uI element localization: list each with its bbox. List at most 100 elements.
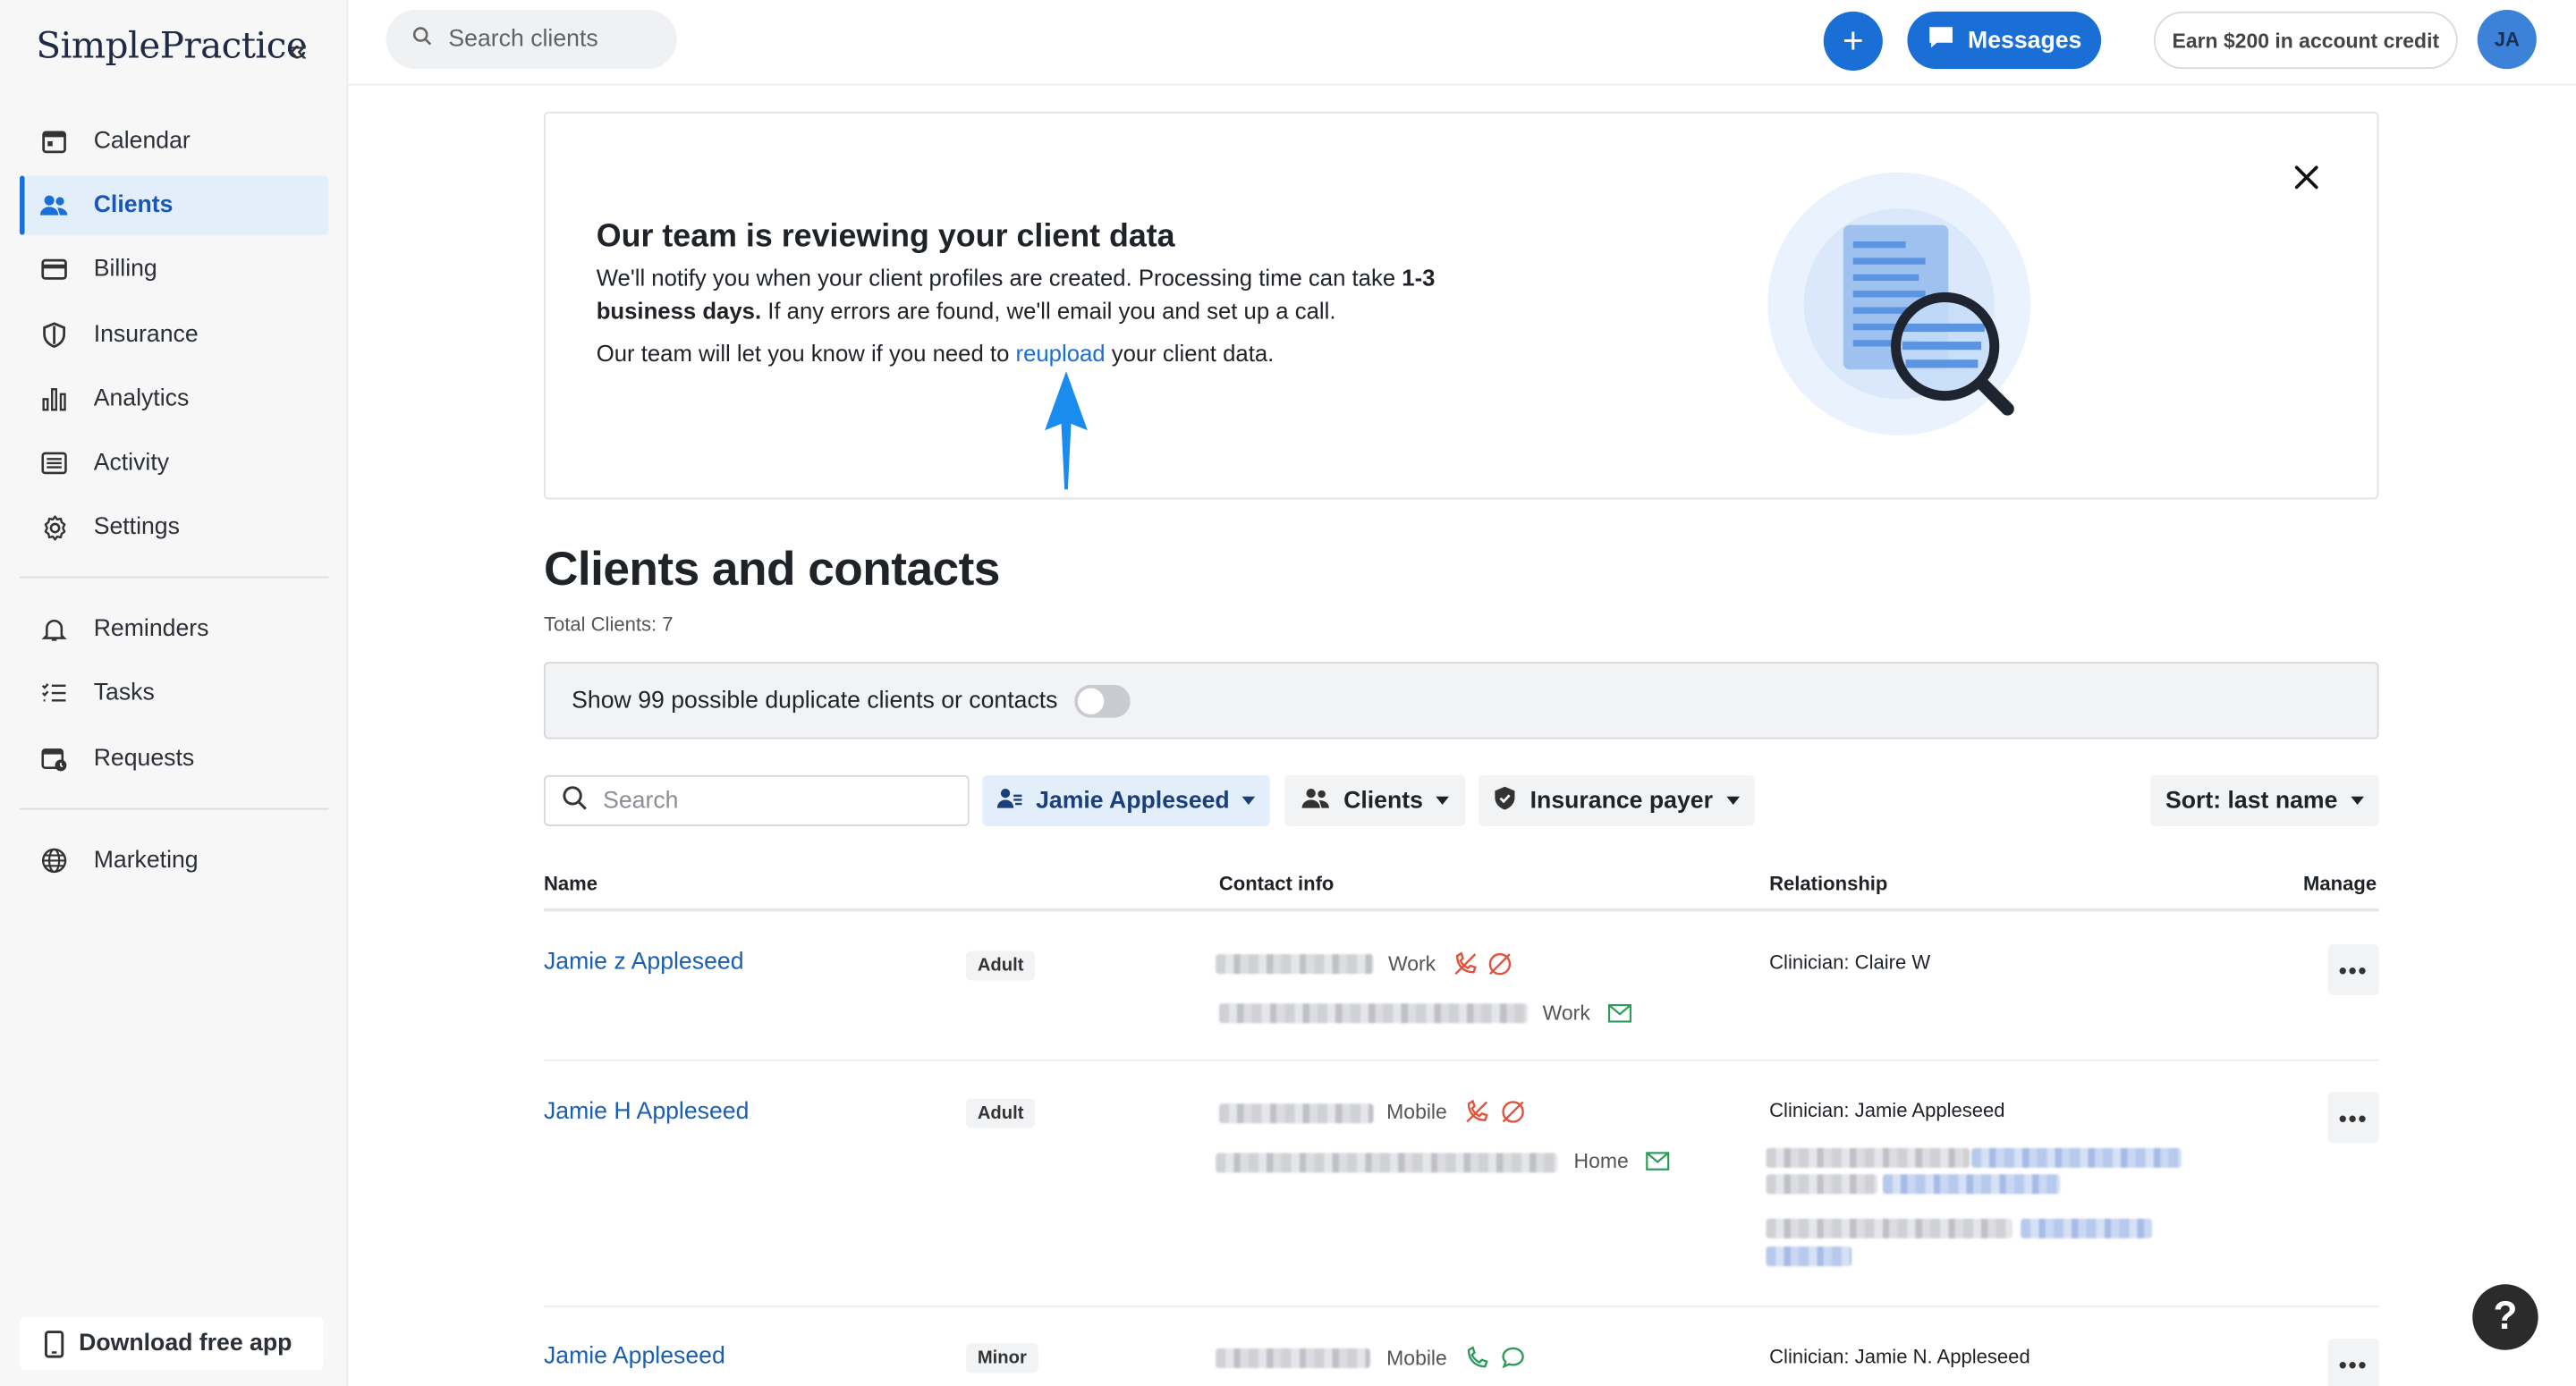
sidebar-item-calendar[interactable]: Calendar: [20, 112, 328, 171]
redacted-email: [1218, 1003, 1529, 1024]
globe-icon: [39, 845, 69, 875]
table-header-divider: [543, 908, 2379, 912]
reupload-link[interactable]: reupload: [1016, 340, 1106, 366]
redacted-relationship-link: [1971, 1147, 2182, 1168]
banner-title: Our team is reviewing your client data: [596, 218, 1175, 255]
banner-text-b: If any errors are found, we'll email you…: [761, 296, 1336, 323]
message-icon: [1927, 25, 1954, 56]
phone-type: Mobile: [1386, 1347, 1447, 1370]
column-header-name[interactable]: Name: [544, 872, 597, 895]
close-icon[interactable]: [2289, 159, 2325, 195]
clinician-filter[interactable]: Jamie Appleseed: [982, 774, 1270, 826]
sidebar-item-label: Tasks: [93, 680, 155, 707]
phone-icon: [39, 1329, 69, 1358]
help-button[interactable]: ?: [2472, 1284, 2538, 1350]
duplicates-label: Show 99 possible duplicate clients or co…: [572, 687, 1058, 714]
collapse-sidebar-icon[interactable]: «: [289, 33, 307, 71]
phone-icon[interactable]: [1463, 1345, 1489, 1371]
list-icon: [39, 448, 69, 477]
download-app-label: Download free app: [79, 1330, 292, 1357]
phone-type: Mobile: [1386, 1100, 1447, 1124]
messages-label: Messages: [1968, 27, 2082, 54]
sidebar-item-label: Insurance: [93, 321, 199, 348]
search-icon: [412, 26, 432, 52]
sidebar-item-marketing[interactable]: Marketing: [20, 830, 328, 889]
client-search-input[interactable]: Search: [543, 774, 970, 826]
no-text-icon: [1488, 952, 1512, 976]
duplicates-toggle[interactable]: [1073, 683, 1131, 717]
column-header-manage: Manage: [2303, 872, 2377, 896]
sidebar-item-activity[interactable]: Activity: [20, 434, 328, 493]
mail-icon[interactable]: [1606, 1001, 1632, 1027]
redacted-email: [1216, 1153, 1558, 1173]
sidebar-item-label: Reminders: [93, 615, 209, 643]
clients-filter-label: Clients: [1343, 787, 1423, 815]
client-search-placeholder: Search: [603, 787, 679, 815]
redacted-relationship-link: [1766, 1247, 1852, 1267]
chevron-down-icon: [1242, 796, 1257, 805]
sidebar-item-label: Activity: [93, 450, 170, 477]
redacted-relationship: [1766, 1218, 2012, 1238]
download-app-button[interactable]: Download free app: [20, 1317, 324, 1370]
sidebar-item-analytics[interactable]: Analytics: [20, 369, 328, 428]
sidebar-item-reminders[interactable]: Reminders: [20, 600, 328, 659]
credit-card-icon: [39, 255, 69, 284]
duplicates-bar: Show 99 possible duplicate clients or co…: [543, 662, 2379, 739]
banner-text: We'll notify you when your client profil…: [597, 263, 1484, 327]
clients-filter[interactable]: Clients: [1284, 774, 1466, 826]
checklist-icon: [39, 679, 69, 708]
manage-menu-button[interactable]: •••: [2327, 1338, 2379, 1386]
sidebar-item-label: Settings: [93, 514, 180, 541]
arrow-annotation-icon: [1045, 371, 1088, 490]
relationship-text: Clinician: Jamie Appleseed: [1769, 1098, 2005, 1122]
clinician-icon: [996, 786, 1022, 816]
search-clients-input[interactable]: Search clients: [386, 10, 677, 70]
sidebar-item-tasks[interactable]: Tasks: [20, 664, 328, 723]
insurance-payer-filter[interactable]: Insurance payer: [1479, 774, 1755, 826]
client-name-link[interactable]: Jamie H Appleseed: [544, 1099, 749, 1125]
add-button[interactable]: +: [1823, 11, 1883, 71]
mail-icon[interactable]: [1645, 1148, 1671, 1174]
sidebar-item-label: Analytics: [93, 385, 190, 412]
banner-reupload-a: Our team will let you know if you need t…: [596, 340, 1016, 367]
calendar-icon: [39, 126, 69, 156]
calendar-request-icon: [39, 743, 69, 773]
sidebar-item-settings[interactable]: Settings: [20, 498, 328, 557]
redacted-relationship-link: [2021, 1218, 2153, 1238]
logo[interactable]: SimplePractice: [36, 26, 307, 67]
column-header-contact: Contact info: [1218, 872, 1335, 896]
sidebar-item-billing[interactable]: Billing: [20, 241, 328, 300]
sidebar-item-requests[interactable]: Requests: [20, 729, 328, 788]
sidebar: SimplePractice « Calendar Clients Billin…: [0, 0, 349, 1386]
row-divider: [543, 1306, 2379, 1308]
sidebar-item-clients[interactable]: Clients: [20, 175, 329, 235]
status-badge: Adult: [965, 1098, 1036, 1128]
no-text-icon: [1502, 1101, 1524, 1123]
topbar: Search clients + Messages Earn $200 in a…: [348, 0, 2576, 86]
sidebar-item-label: Requests: [93, 744, 195, 772]
manage-menu-button[interactable]: •••: [2327, 944, 2379, 996]
insurance-payer-filter-label: Insurance payer: [1530, 787, 1713, 815]
sidebar-nav: Calendar Clients Billing Insurance Analy…: [20, 112, 329, 895]
text-message-icon[interactable]: [1500, 1345, 1526, 1371]
status-badge: Minor: [965, 1343, 1038, 1373]
client-name-link[interactable]: Jamie z Appleseed: [544, 950, 744, 976]
gear-icon: [39, 512, 69, 542]
sidebar-item-insurance[interactable]: Insurance: [20, 305, 328, 364]
review-banner: Our team is reviewing your client data W…: [543, 111, 2379, 500]
plus-icon: +: [1842, 20, 1864, 61]
clinician-filter-label: Jamie Appleseed: [1036, 787, 1230, 815]
no-call-icon: [1466, 1099, 1488, 1123]
users-icon: [39, 190, 69, 220]
messages-button[interactable]: Messages: [1907, 11, 2102, 70]
no-call-icon: [1454, 951, 1477, 976]
sort-dropdown[interactable]: Sort: last name: [2150, 774, 2379, 826]
banner-text-a: We'll notify you when your client profil…: [596, 264, 1402, 292]
manage-menu-button[interactable]: •••: [2327, 1092, 2379, 1144]
sort-label: Sort: last name: [2165, 787, 2338, 815]
earn-credit-button[interactable]: Earn $200 in account credit: [2153, 11, 2458, 70]
avatar[interactable]: JA: [2477, 10, 2537, 70]
client-name-link[interactable]: Jamie Appleseed: [544, 1343, 725, 1369]
document-search-illustration: [1767, 172, 2031, 435]
relationship-text: Clinician: Claire W: [1769, 951, 1931, 975]
